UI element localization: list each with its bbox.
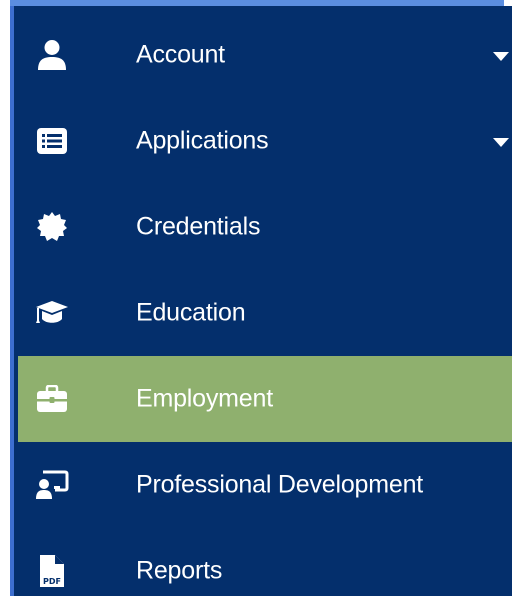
svg-text:PDF: PDF <box>43 577 61 586</box>
sidebar-item-label: Education <box>136 298 246 327</box>
sidebar-item-label: Professional Development <box>136 470 424 499</box>
sidebar-item-label: Credentials <box>136 212 261 241</box>
sidebar-menu: Account Applications Credentials Educati… <box>10 6 512 596</box>
sidebar-item-label: Account <box>136 40 225 69</box>
graduation-cap-icon <box>34 295 70 331</box>
sidebar-item-education[interactable]: Education <box>18 270 512 356</box>
list-icon <box>34 123 70 159</box>
chevron-down-icon[interactable] <box>492 49 510 61</box>
presentation-icon <box>34 467 70 503</box>
sidebar-item-account[interactable]: Account <box>18 12 512 98</box>
app-frame: Account Applications Credentials Educati… <box>0 0 512 596</box>
badge-certificate-icon <box>34 209 70 245</box>
chevron-down-icon[interactable] <box>492 135 510 147</box>
sidebar-item-credentials[interactable]: Credentials <box>18 184 512 270</box>
sidebar-item-employment[interactable]: Employment <box>18 356 512 442</box>
pdf-file-icon: PDF <box>34 553 70 589</box>
briefcase-icon <box>34 381 70 417</box>
sidebar-item-applications[interactable]: Applications <box>18 98 512 184</box>
sidebar-item-professional-development[interactable]: Professional Development <box>18 442 512 528</box>
user-icon <box>34 37 70 73</box>
sidebar-item-label: Applications <box>136 126 269 155</box>
sidebar-item-reports[interactable]: PDF Reports <box>18 528 512 614</box>
sidebar-item-label: Employment <box>136 384 273 413</box>
sidebar-item-label: Reports <box>136 556 223 585</box>
